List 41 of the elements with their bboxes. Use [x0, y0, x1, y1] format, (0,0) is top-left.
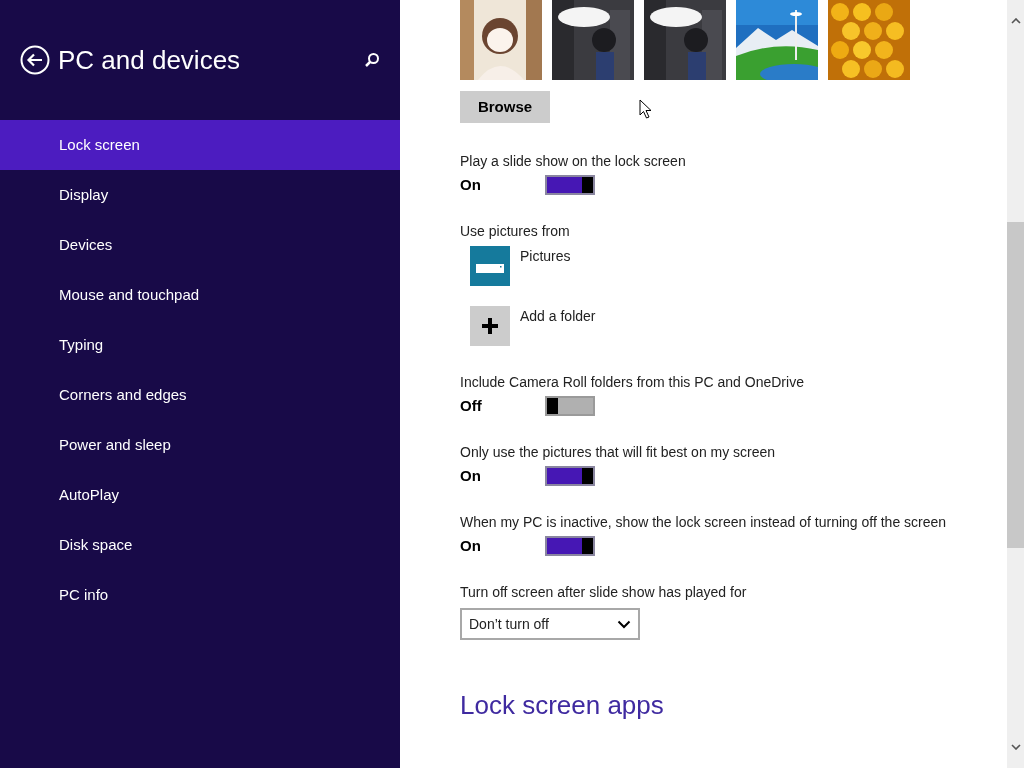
setting-label: When my PC is inactive, show the lock screen instead of turning off the screen	[460, 513, 948, 532]
scrollbar[interactable]	[1007, 0, 1024, 768]
nav-item[interactable]: Devices	[0, 220, 400, 270]
section-heading: Lock screen apps	[460, 689, 665, 722]
nav-item[interactable]: AutoPlay	[0, 470, 400, 520]
nav-item[interactable]: Corners and edges	[0, 370, 400, 420]
toggle-state: Off	[460, 395, 483, 416]
browse-button[interactable]: Browse	[460, 91, 550, 123]
back-icon[interactable]	[20, 45, 50, 75]
nav-item[interactable]: Mouse and touchpad	[0, 270, 400, 320]
pointer-icon	[639, 99, 652, 119]
setting-label: Turn off screen after slide show has played for	[460, 583, 748, 602]
toggle-state: On	[460, 174, 482, 195]
folder-label[interactable]: Add a folder	[520, 306, 596, 327]
scroll-up-icon[interactable]	[1010, 18, 1021, 24]
scroll-down-icon[interactable]	[1010, 744, 1021, 750]
dropdown-value: Don’t turn off	[469, 614, 549, 634]
nav-item[interactable]: Typing	[0, 320, 400, 370]
setting-label: Use pictures from	[460, 222, 571, 241]
scrollbar-thumb[interactable]	[1007, 222, 1024, 548]
toggle-switch[interactable]	[545, 175, 595, 195]
nav-item[interactable]: Power and sleep	[0, 420, 400, 470]
toggle-switch[interactable]	[545, 536, 595, 556]
folder-tile-icon[interactable]	[470, 246, 510, 286]
setting-label: Only use the pictures that will fit best on my screen	[460, 443, 777, 462]
toggle-switch[interactable]	[545, 466, 595, 486]
dropdown[interactable]: Don’t turn off	[460, 608, 640, 640]
toggle-switch[interactable]	[545, 396, 595, 416]
chevron-down-icon	[617, 619, 631, 629]
setting-label: Play a slide show on the lock screen	[460, 152, 687, 171]
nav-item[interactable]: Display	[0, 170, 400, 220]
nav-item[interactable]: Disk space	[0, 520, 400, 570]
add-icon[interactable]	[470, 306, 510, 346]
nav-item[interactable]: Lock screen	[0, 120, 400, 170]
folder-label[interactable]: Pictures	[520, 246, 571, 267]
setting-label: Include Camera Roll folders from this PC and OneDrive	[460, 373, 805, 392]
toggle-state: On	[460, 535, 482, 556]
search-icon[interactable]	[364, 52, 380, 68]
toggle-state: On	[460, 465, 482, 486]
page-title: PC and devices	[58, 43, 242, 77]
nav-item[interactable]: PC info	[0, 570, 400, 620]
